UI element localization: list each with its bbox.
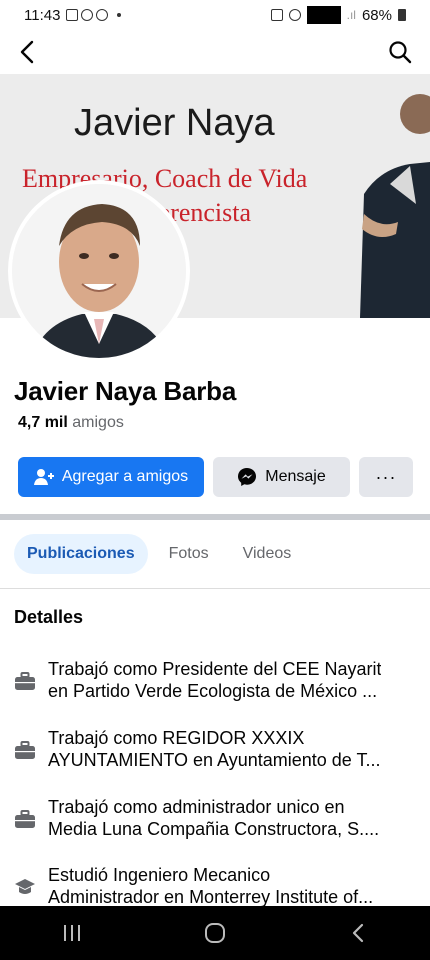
system-back-button[interactable]	[328, 913, 388, 953]
home-icon	[204, 923, 225, 943]
add-friend-label: Agregar a amigos	[61, 468, 189, 485]
battery-level: 68%	[361, 6, 392, 24]
home-button[interactable]	[185, 913, 245, 953]
message-label: Mensaje	[265, 468, 326, 485]
cover-person-image	[350, 84, 430, 318]
lock-icon	[270, 9, 283, 21]
whatsapp-icon	[96, 9, 109, 21]
search-button[interactable]	[384, 36, 416, 68]
tab-publicaciones[interactable]: Publicaciones	[14, 534, 148, 574]
signal-icon: .ıl	[346, 8, 356, 22]
notification-icons	[66, 9, 122, 21]
profile-tabs: Publicaciones Fotos Videos	[14, 534, 304, 574]
search-icon	[389, 41, 412, 64]
gallery-icon	[66, 9, 79, 21]
more-notifications-dot	[117, 13, 122, 17]
briefcase-icon	[15, 672, 35, 690]
status-bar: 11:43 .ıl 68%	[0, 0, 430, 30]
tab-videos[interactable]: Videos	[230, 534, 305, 574]
message-button[interactable]: Mensaje	[213, 457, 350, 497]
section-divider	[0, 514, 430, 520]
avatar	[12, 184, 186, 358]
chevron-left-icon	[353, 923, 364, 943]
whatsapp-icon	[81, 9, 94, 21]
cover-title: Javier Naya	[74, 102, 275, 144]
briefcase-icon	[15, 810, 35, 828]
detail-text: Trabajó como administrador unico en Medi…	[48, 797, 380, 839]
tab-fotos[interactable]: Fotos	[156, 534, 222, 574]
friends-label: amigos	[72, 414, 124, 431]
friends-number: 4,7 mil	[18, 414, 68, 431]
more-options-button[interactable]: ···	[359, 457, 413, 497]
detail-item[interactable]: Trabajó como REGIDOR XXXIX AYUNTAMIENTO …	[14, 727, 418, 771]
detail-text: Trabajó como REGIDOR XXXIX AYUNTAMIENTO …	[48, 728, 381, 770]
back-arrow-icon	[20, 40, 34, 64]
avatar-photo	[12, 184, 186, 358]
detail-item[interactable]: Trabajó como Presidente del CEE Nayarit …	[14, 658, 418, 702]
back-button[interactable]	[12, 36, 42, 68]
more-icon: ···	[375, 466, 397, 487]
messenger-icon	[238, 468, 257, 486]
profile-name: Javier Naya Barba	[14, 376, 237, 406]
detail-item[interactable]: Trabajó como administrador unico en Medi…	[14, 796, 418, 840]
clock: 11:43	[24, 6, 61, 24]
battery-icon	[398, 9, 406, 21]
detail-text: Trabajó como Presidente del CEE Nayarit …	[48, 659, 382, 701]
system-nav-bar	[0, 906, 430, 960]
add-friend-button[interactable]: Agregar a amigos	[18, 457, 204, 497]
detail-item[interactable]: Estudió Ingeniero Mecanico Administrador…	[14, 864, 418, 908]
recent-apps-button[interactable]	[42, 913, 102, 953]
add-friend-icon	[33, 469, 54, 485]
briefcase-icon	[15, 741, 35, 759]
profile-actions: Agregar a amigos Mensaje ···	[18, 457, 413, 497]
friends-count[interactable]: 4,7 mil amigos	[18, 414, 124, 432]
graduation-cap-icon	[15, 879, 35, 894]
redacted-area	[306, 6, 341, 24]
top-nav	[0, 30, 430, 74]
details-heading: Detalles	[14, 607, 84, 627]
profile-picture[interactable]	[8, 180, 190, 362]
recent-apps-icon	[63, 925, 80, 941]
tabs-divider	[0, 588, 430, 589]
detail-text: Estudió Ingeniero Mecanico Administrador…	[48, 865, 374, 907]
alarm-icon	[288, 9, 301, 21]
